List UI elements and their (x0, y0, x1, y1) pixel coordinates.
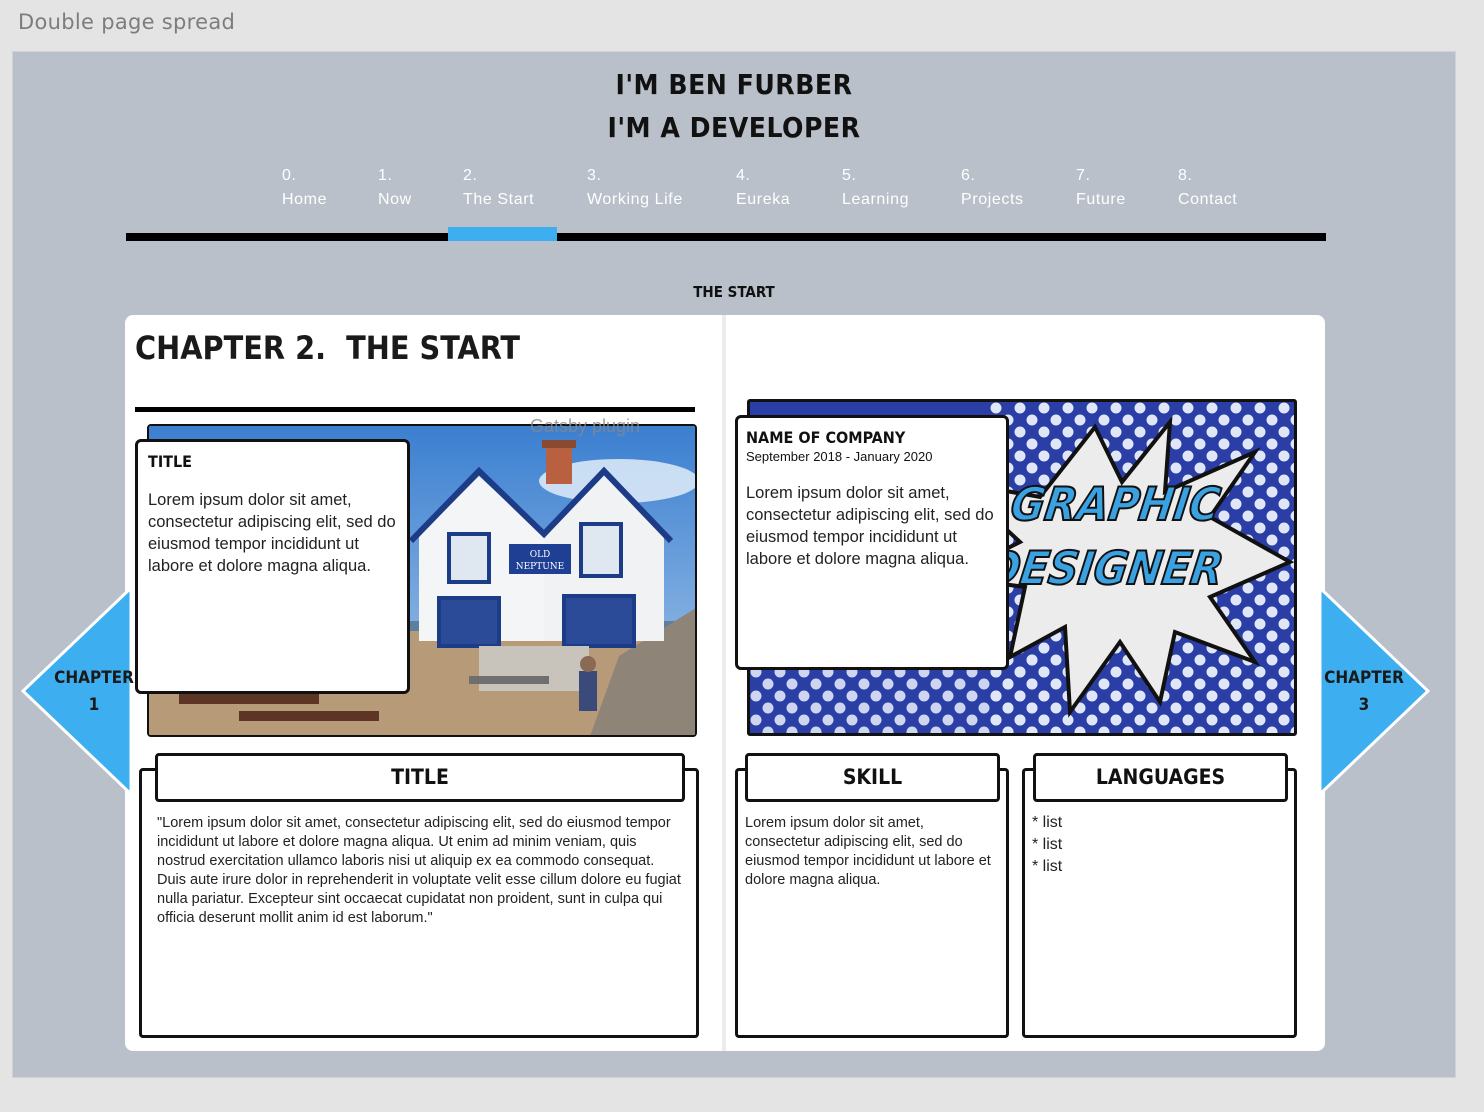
pub-sign-line2: NEPTUNE (516, 562, 565, 572)
nav-item-home[interactable]: 0. Home (282, 164, 327, 212)
languages-list-item: * list (1032, 858, 1063, 875)
book-spread: CHAPTER 2. THE START OLD NEPTUNE Gatsby … (125, 315, 1325, 1051)
next-chapter-label: CHAPTER (1324, 668, 1404, 688)
skill-panel-body: Lorem ipsum dolor sit amet, consectetur … (745, 815, 991, 888)
skill-panel-title: SKILL (745, 753, 1000, 802)
nav-active-indicator (448, 227, 557, 241)
chapter-nav: 0. Home 1. Now 2. The Start 3. Working Life … (126, 162, 1326, 242)
frame-label: Double page spread (18, 10, 236, 34)
left-bottom-panel-title: TITLE (155, 753, 685, 802)
languages-list: * list * list * list (1032, 812, 1282, 878)
pub-sign-line1: OLD (530, 550, 551, 560)
photo-overlay-card: TITLE Lorem ipsum dolor sit amet, consec… (135, 439, 410, 694)
prev-chapter-button[interactable]: CHAPTER 1 (20, 584, 134, 798)
site-heading-role: I'M A DEVELOPER (607, 111, 861, 144)
chapter-title: CHAPTER 2. THE START (135, 329, 521, 367)
nav-item-the-start[interactable]: 2. The Start (463, 164, 534, 212)
book-spine (722, 315, 726, 1051)
skill-panel (735, 768, 1009, 1038)
prev-chapter-label: CHAPTER (54, 668, 134, 688)
company-date-range: September 2018 - January 2020 (746, 449, 933, 464)
left-bottom-panel-body: "Lorem ipsum dolor sit amet, consectetur… (157, 815, 681, 926)
overlay-card-title: TITLE (148, 452, 192, 471)
nav-item-eureka[interactable]: 4. Eureka (736, 164, 790, 212)
site-heading-name: I'M BEN FURBER (615, 68, 853, 101)
languages-panel-title: LANGUAGES (1033, 753, 1288, 802)
image-placeholder-caption: Gatsby plugin (530, 416, 641, 436)
nav-item-projects[interactable]: 6. Projects (961, 164, 1024, 212)
nav-item-working-life[interactable]: 3. Working Life (587, 164, 683, 212)
nav-item-now[interactable]: 1. Now (378, 164, 412, 212)
languages-list-item: * list (1032, 836, 1063, 853)
next-chapter-number: 3 (1358, 695, 1370, 715)
nav-item-future[interactable]: 7. Future (1076, 164, 1126, 212)
languages-panel (1022, 768, 1297, 1038)
double-page-spread-stage: I'M BEN FURBER I'M A DEVELOPER 0. Home 1.… (12, 51, 1456, 1078)
section-label: THE START (693, 283, 775, 301)
nav-item-learning[interactable]: 5. Learning (842, 164, 909, 212)
overlay-card-body: Lorem ipsum dolor sit amet, consectetur … (148, 491, 396, 575)
company-overlay-card: NAME OF COMPANY September 2018 - January… (735, 415, 1009, 670)
languages-list-item: * list (1032, 814, 1063, 831)
nav-progress-track (126, 233, 1326, 241)
chapter-title-rule (135, 407, 695, 412)
nav-item-contact[interactable]: 8. Contact (1178, 164, 1237, 212)
company-description: Lorem ipsum dolor sit amet, consectetur … (746, 484, 994, 568)
comic-word-designer: DESIGNER (983, 541, 1227, 595)
prev-chapter-number: 1 (88, 695, 100, 715)
next-chapter-button[interactable]: CHAPTER 3 (1318, 584, 1431, 798)
comic-word-graphic: GRAPHIC (1008, 477, 1225, 531)
company-name: NAME OF COMPANY (746, 428, 906, 447)
